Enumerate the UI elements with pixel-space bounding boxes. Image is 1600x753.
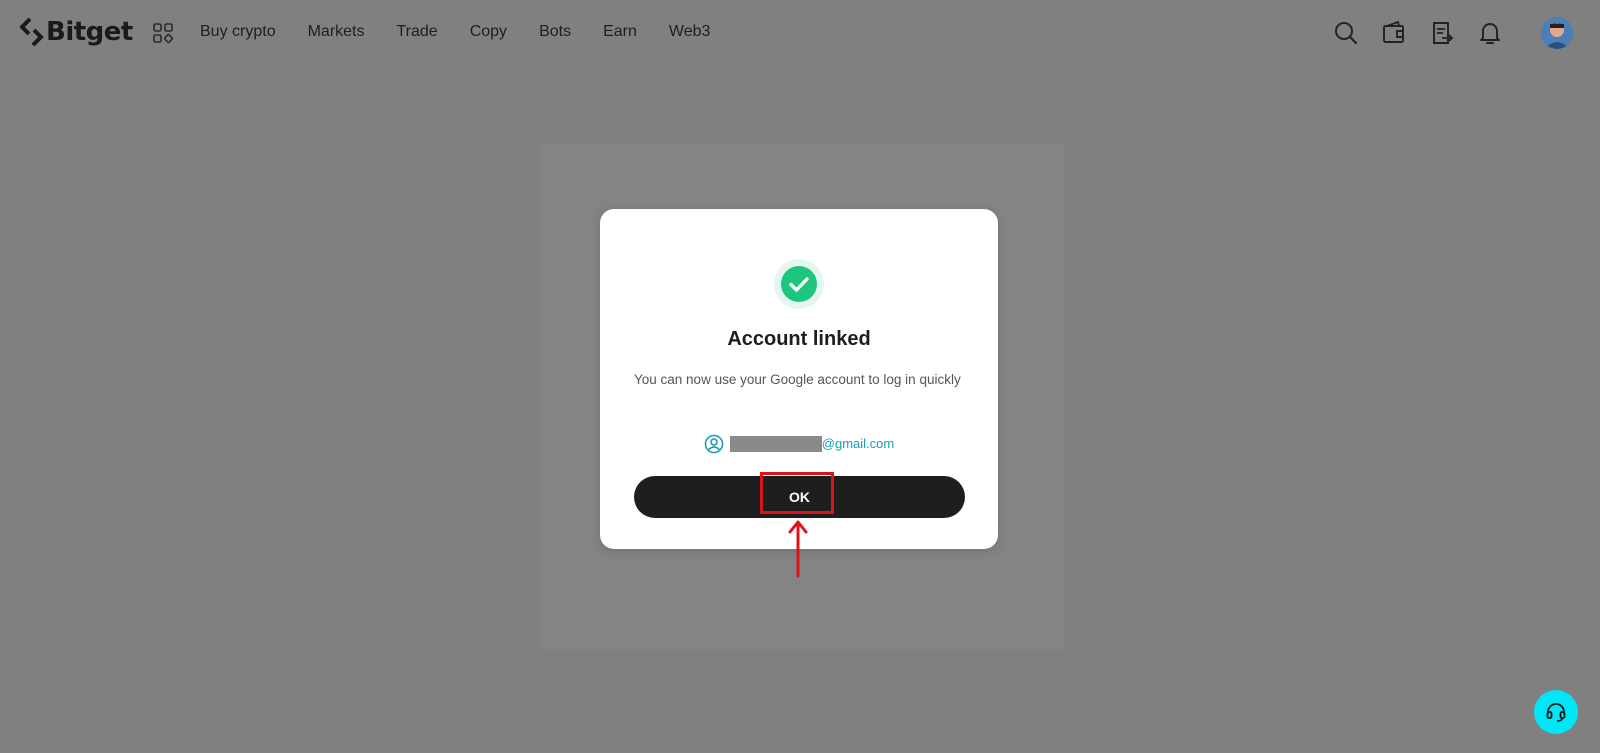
orders-icon[interactable] [1428, 19, 1456, 47]
main-nav: Buy crypto Markets Trade Copy Bots Earn … [200, 20, 710, 44]
nav-item-trade[interactable]: Trade [397, 20, 438, 44]
ok-button[interactable]: OK [634, 476, 965, 518]
nav-item-copy[interactable]: Copy [470, 20, 507, 44]
bitget-logo[interactable]: Bitget [20, 14, 133, 50]
customer-support-button[interactable] [1534, 690, 1578, 734]
nav-item-buy-crypto[interactable]: Buy crypto [200, 20, 276, 44]
top-navigation-bar: Bitget Buy crypto Markets Trade Copy Bot… [0, 0, 1600, 64]
nav-item-markets[interactable]: Markets [308, 20, 365, 44]
user-circle-icon [704, 434, 724, 454]
dialog-title: Account linked [727, 328, 871, 350]
search-icon[interactable] [1332, 19, 1360, 47]
account-linked-dialog: Account linked You can now use your Goog… [600, 209, 998, 549]
account-email-domain: @gmail.com [821, 436, 895, 451]
linked-account-row: @gmail.com [600, 434, 998, 454]
nav-item-web3[interactable]: Web3 [669, 20, 711, 44]
redacted-email-bar [729, 436, 822, 452]
check-circle-icon [781, 266, 817, 302]
avatar[interactable] [1541, 17, 1573, 49]
headset-icon [1546, 703, 1566, 722]
wallet-icon[interactable] [1380, 19, 1408, 47]
bitget-logo-mark-icon [20, 17, 44, 47]
nav-item-bots[interactable]: Bots [539, 20, 571, 44]
bell-icon[interactable] [1476, 19, 1504, 47]
apps-grid-icon[interactable] [152, 22, 174, 44]
dialog-description: You can now use your Google account to l… [634, 372, 961, 387]
nav-item-earn[interactable]: Earn [603, 20, 637, 44]
brand-name: Bitget [46, 17, 133, 47]
user-avatar-icon [1541, 17, 1573, 49]
